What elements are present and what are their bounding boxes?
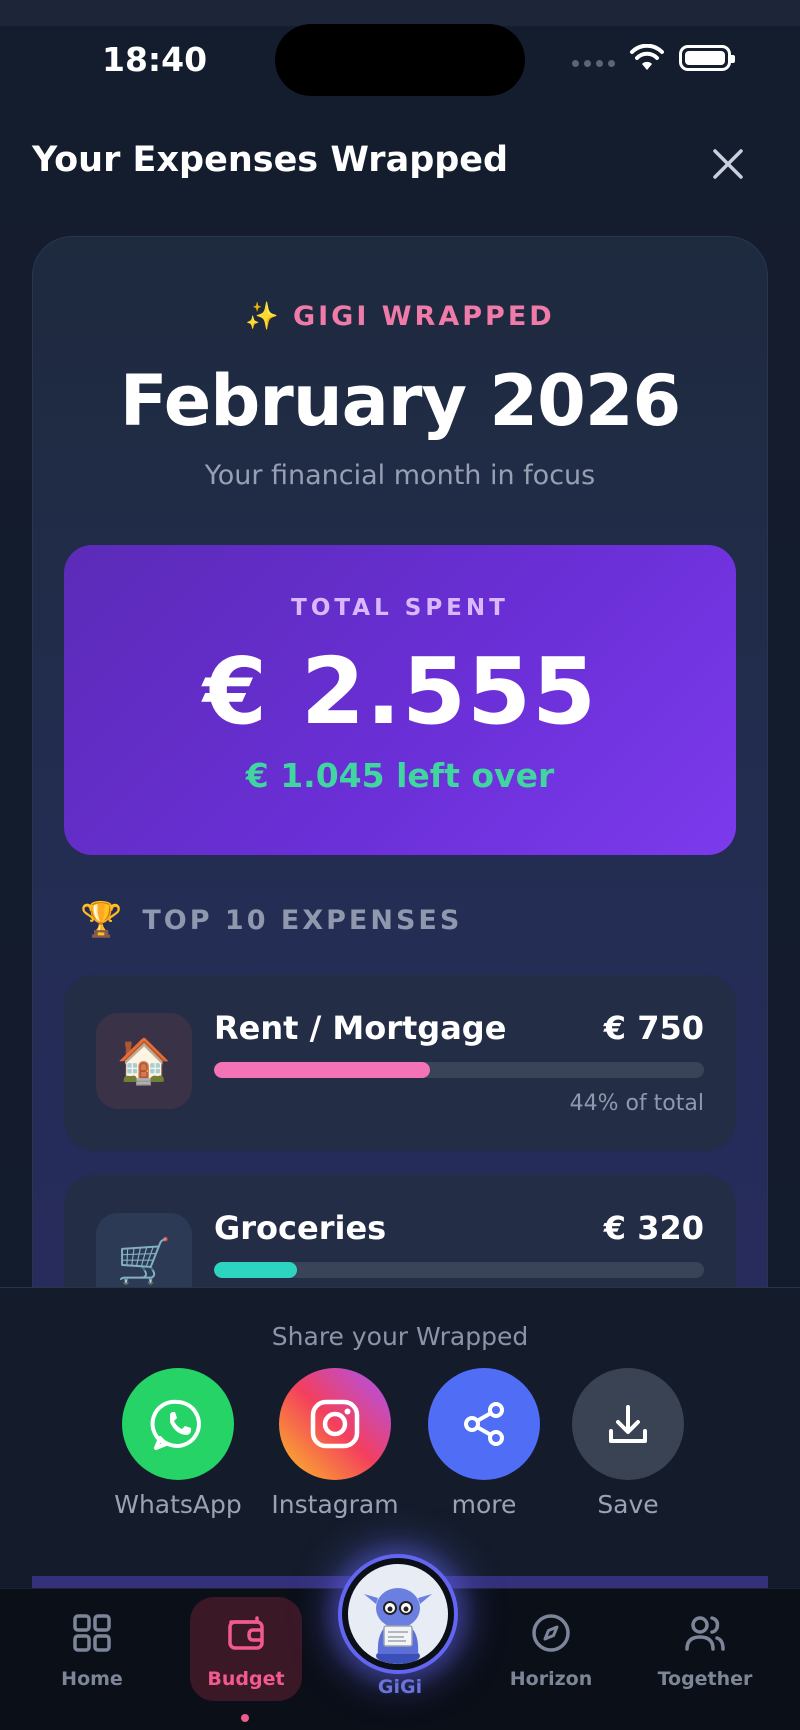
- signal-dots-icon: [572, 59, 615, 67]
- whatsapp-label: WhatsApp: [114, 1490, 242, 1519]
- tab-gigi-label: GiGi: [377, 1676, 423, 1698]
- expense-name: Rent / Mortgage: [214, 1009, 507, 1047]
- page-title: Your Expenses Wrapped: [32, 140, 509, 180]
- total-spent-label: TOTAL SPENT: [291, 595, 509, 621]
- more-share-button[interactable]: [428, 1368, 540, 1480]
- instagram-share-button[interactable]: [279, 1368, 391, 1480]
- wrapped-subtitle: Your financial month in focus: [204, 460, 596, 491]
- battery-icon: [679, 45, 735, 71]
- status-time: 18:40: [102, 40, 208, 79]
- total-spent-value: € 2.555: [202, 638, 598, 745]
- expense-progress-fill: [214, 1262, 298, 1278]
- tab-together-label: Together: [657, 1668, 753, 1690]
- top-expenses-header: 🏆 TOP 10 EXPENSES: [80, 900, 462, 940]
- expense-progress-track: [214, 1062, 704, 1078]
- gigi-mascot-icon: [364, 1588, 432, 1664]
- save-share-button[interactable]: [572, 1368, 684, 1480]
- expense-name: Groceries: [214, 1209, 387, 1247]
- more-label: more: [451, 1490, 517, 1519]
- tab-horizon[interactable]: Horizon: [491, 1612, 611, 1690]
- whatsapp-share-button[interactable]: [122, 1368, 234, 1480]
- compass-icon: [532, 1614, 570, 1652]
- top-strip: [0, 0, 800, 26]
- house-icon: 🏠: [96, 1013, 192, 1109]
- expense-amount: € 320: [603, 1209, 704, 1247]
- users-icon: [685, 1616, 725, 1651]
- dynamic-island: [275, 24, 525, 96]
- tab-budget-label: Budget: [207, 1668, 285, 1690]
- tab-together[interactable]: Together: [645, 1612, 765, 1690]
- save-label: Save: [597, 1490, 659, 1519]
- app-screen: 18:40 Your Expenses Wrapped ✨ GIGI WRAPPE…: [0, 0, 800, 1730]
- tab-budget[interactable]: Budget: [186, 1612, 306, 1690]
- share-icon: [464, 1402, 504, 1446]
- expense-amount: € 750: [603, 1009, 704, 1047]
- month-title: February 2026: [119, 360, 682, 442]
- top-expenses-title: TOP 10 EXPENSES: [142, 904, 463, 936]
- trophy-icon: 🏆: [80, 900, 123, 940]
- tab-home[interactable]: Home: [32, 1612, 152, 1690]
- status-icons: [572, 44, 735, 72]
- tab-home-label: Home: [61, 1668, 123, 1690]
- share-title: Share your Wrapped: [271, 1322, 529, 1351]
- wifi-icon: [630, 44, 664, 70]
- wallet-icon: [228, 1616, 264, 1650]
- instagram-icon: [310, 1399, 360, 1449]
- sparkles-icon: ✨: [245, 301, 279, 332]
- expense-share-label: 44% of total: [569, 1091, 704, 1116]
- expense-progress-fill: [214, 1062, 430, 1078]
- active-tab-dot: [241, 1714, 249, 1722]
- close-icon[interactable]: [706, 142, 750, 186]
- gigi-avatar[interactable]: [342, 1558, 454, 1670]
- eyebrow-text: GIGI WRAPPED: [292, 301, 555, 332]
- wrapped-eyebrow: ✨ GIGI WRAPPED: [0, 300, 800, 332]
- expense-item[interactable]: 🏠 Rent / Mortgage € 750 44% of total: [64, 975, 736, 1151]
- instagram-label: Instagram: [271, 1490, 399, 1519]
- grid-icon: [73, 1614, 111, 1652]
- expense-progress-track: [214, 1262, 704, 1278]
- whatsapp-icon: [150, 1399, 201, 1450]
- tab-horizon-label: Horizon: [509, 1668, 593, 1690]
- left-over-text: € 1.045 left over: [245, 756, 555, 795]
- download-icon: [609, 1405, 647, 1443]
